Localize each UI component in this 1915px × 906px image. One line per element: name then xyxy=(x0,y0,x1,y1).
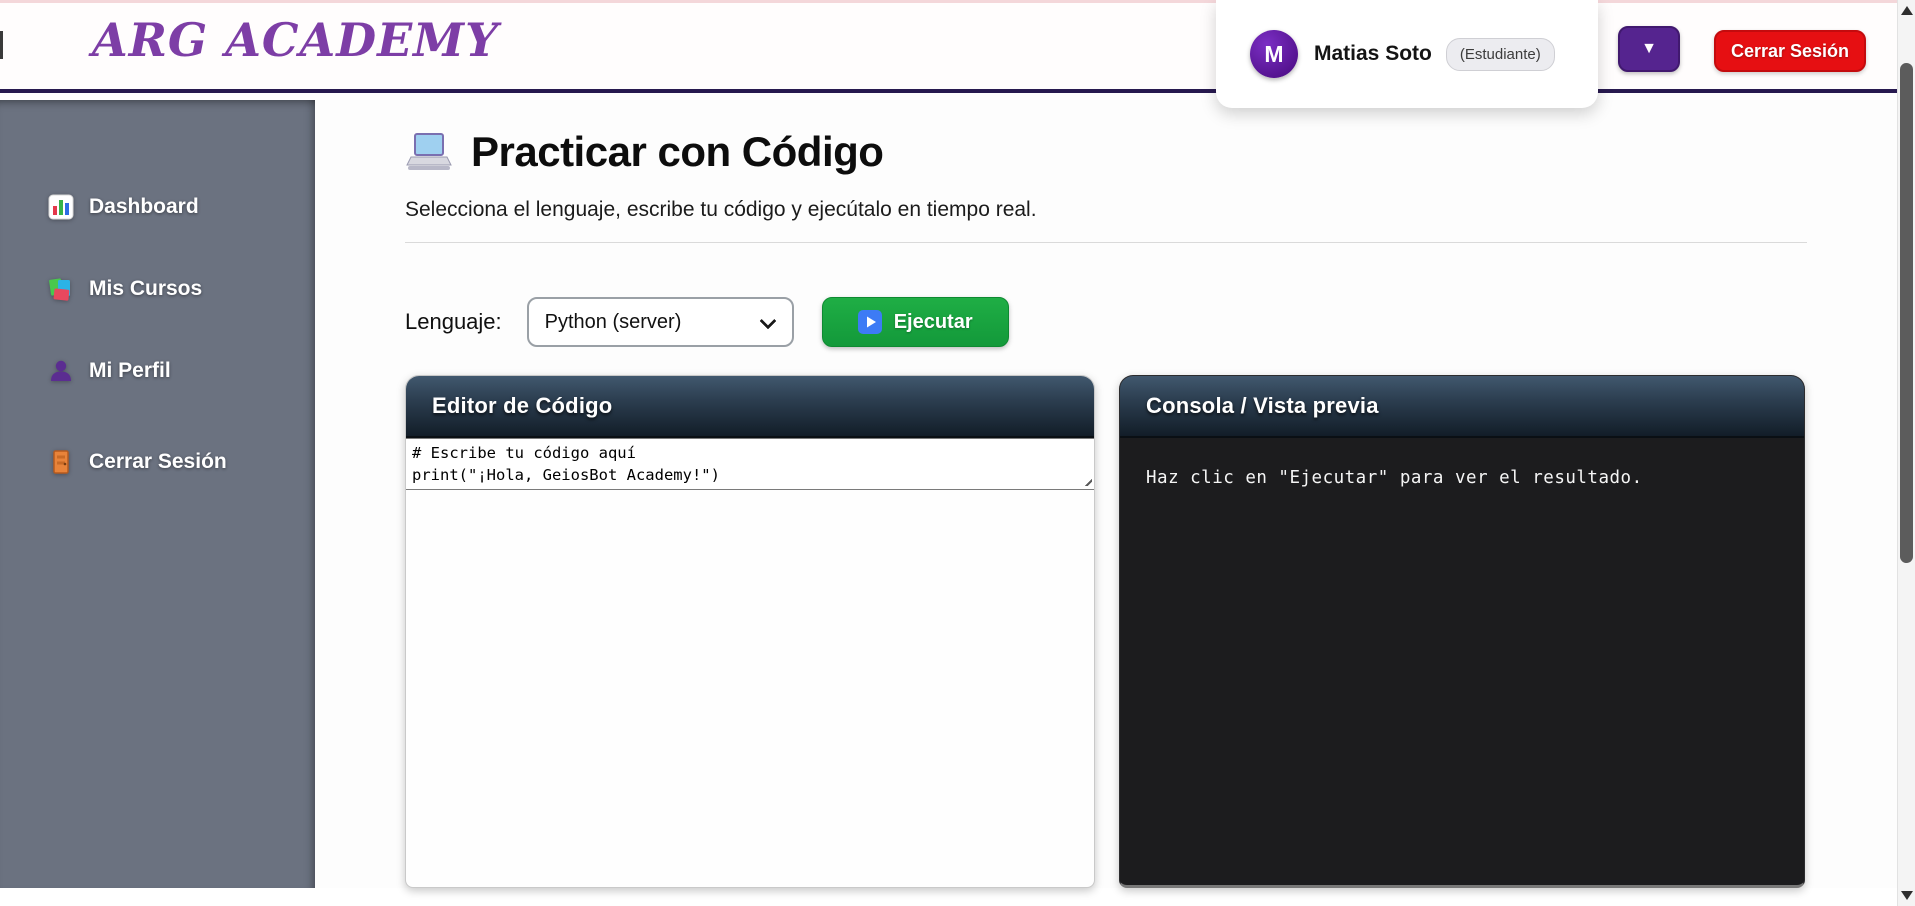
logout-button[interactable]: Cerrar Sesión xyxy=(1714,30,1866,72)
sidebar-item-label: Mi Perfil xyxy=(89,359,171,383)
user-name: Matias Soto xyxy=(1314,42,1432,66)
console-panel: Consola / Vista previa Haz clic en "Ejec… xyxy=(1119,375,1805,888)
sidebar-item-label: Cerrar Sesión xyxy=(89,450,227,474)
console-output: Haz clic en "Ejecutar" para ver el resul… xyxy=(1120,438,1804,518)
sidebar-item-label: Dashboard xyxy=(89,195,199,219)
controls-row: Lenguaje: Python (server) Ejecutar xyxy=(405,297,1009,347)
laptop-icon xyxy=(405,131,453,173)
sidebar-item-mi-perfil[interactable]: Mi Perfil xyxy=(0,350,315,392)
role-badge: (Estudiante) xyxy=(1446,38,1555,71)
run-button-label: Ejecutar xyxy=(894,311,973,334)
page-title: Practicar con Código xyxy=(471,128,883,176)
code-editor-wrap: # Escribe tu código aquí print("¡Hola, G… xyxy=(406,438,1094,490)
console-panel-title: Consola / Vista previa xyxy=(1120,376,1804,438)
scrollbar-down-arrow-icon[interactable] xyxy=(1901,891,1913,900)
main-content: Practicar con Código Selecciona el lengu… xyxy=(315,100,1897,888)
user-menu-dropdown-button[interactable]: ▼ xyxy=(1618,26,1680,72)
page-subtitle: Selecciona el lenguaje, escribe tu códig… xyxy=(405,198,1037,222)
language-select[interactable]: Python (server) xyxy=(527,297,794,347)
code-editor-panel: Editor de Código # Escribe tu código aqu… xyxy=(405,375,1095,888)
user-info-card: M Matias Soto (Estudiante) xyxy=(1216,0,1598,108)
app-logo: ARG ACADEMY xyxy=(92,13,499,67)
sidebar-item-label: Mis Cursos xyxy=(89,277,202,301)
books-icon xyxy=(48,276,74,302)
person-icon xyxy=(48,358,74,384)
bar-chart-icon xyxy=(48,194,74,220)
scrollbar-up-arrow-icon[interactable] xyxy=(1901,6,1913,15)
door-icon xyxy=(48,449,74,475)
page-scrollbar[interactable] xyxy=(1897,0,1915,906)
left-edge-artifact xyxy=(0,31,3,59)
sidebar-item-dashboard[interactable]: Dashboard xyxy=(0,186,315,228)
play-icon xyxy=(858,310,882,334)
select-chevron-icon xyxy=(759,313,776,330)
sidebar-item-mis-cursos[interactable]: Mis Cursos xyxy=(0,268,315,310)
sidebar: Dashboard Mis Cursos Mi Perfil Cerrar Se… xyxy=(0,100,315,888)
chevron-down-icon: ▼ xyxy=(1641,40,1657,58)
divider xyxy=(405,242,1807,243)
sidebar-item-cerrar-sesion[interactable]: Cerrar Sesión xyxy=(0,441,315,483)
editor-panel-title: Editor de Código xyxy=(406,376,1094,438)
run-button[interactable]: Ejecutar xyxy=(822,297,1009,347)
title-row: Practicar con Código xyxy=(405,128,883,176)
language-select-value: Python (server) xyxy=(545,311,682,334)
code-editor-textarea[interactable]: # Escribe tu código aquí print("¡Hola, G… xyxy=(406,438,1094,490)
avatar: M xyxy=(1250,30,1298,78)
scrollbar-thumb[interactable] xyxy=(1900,63,1913,563)
language-label: Lenguaje: xyxy=(405,309,502,335)
